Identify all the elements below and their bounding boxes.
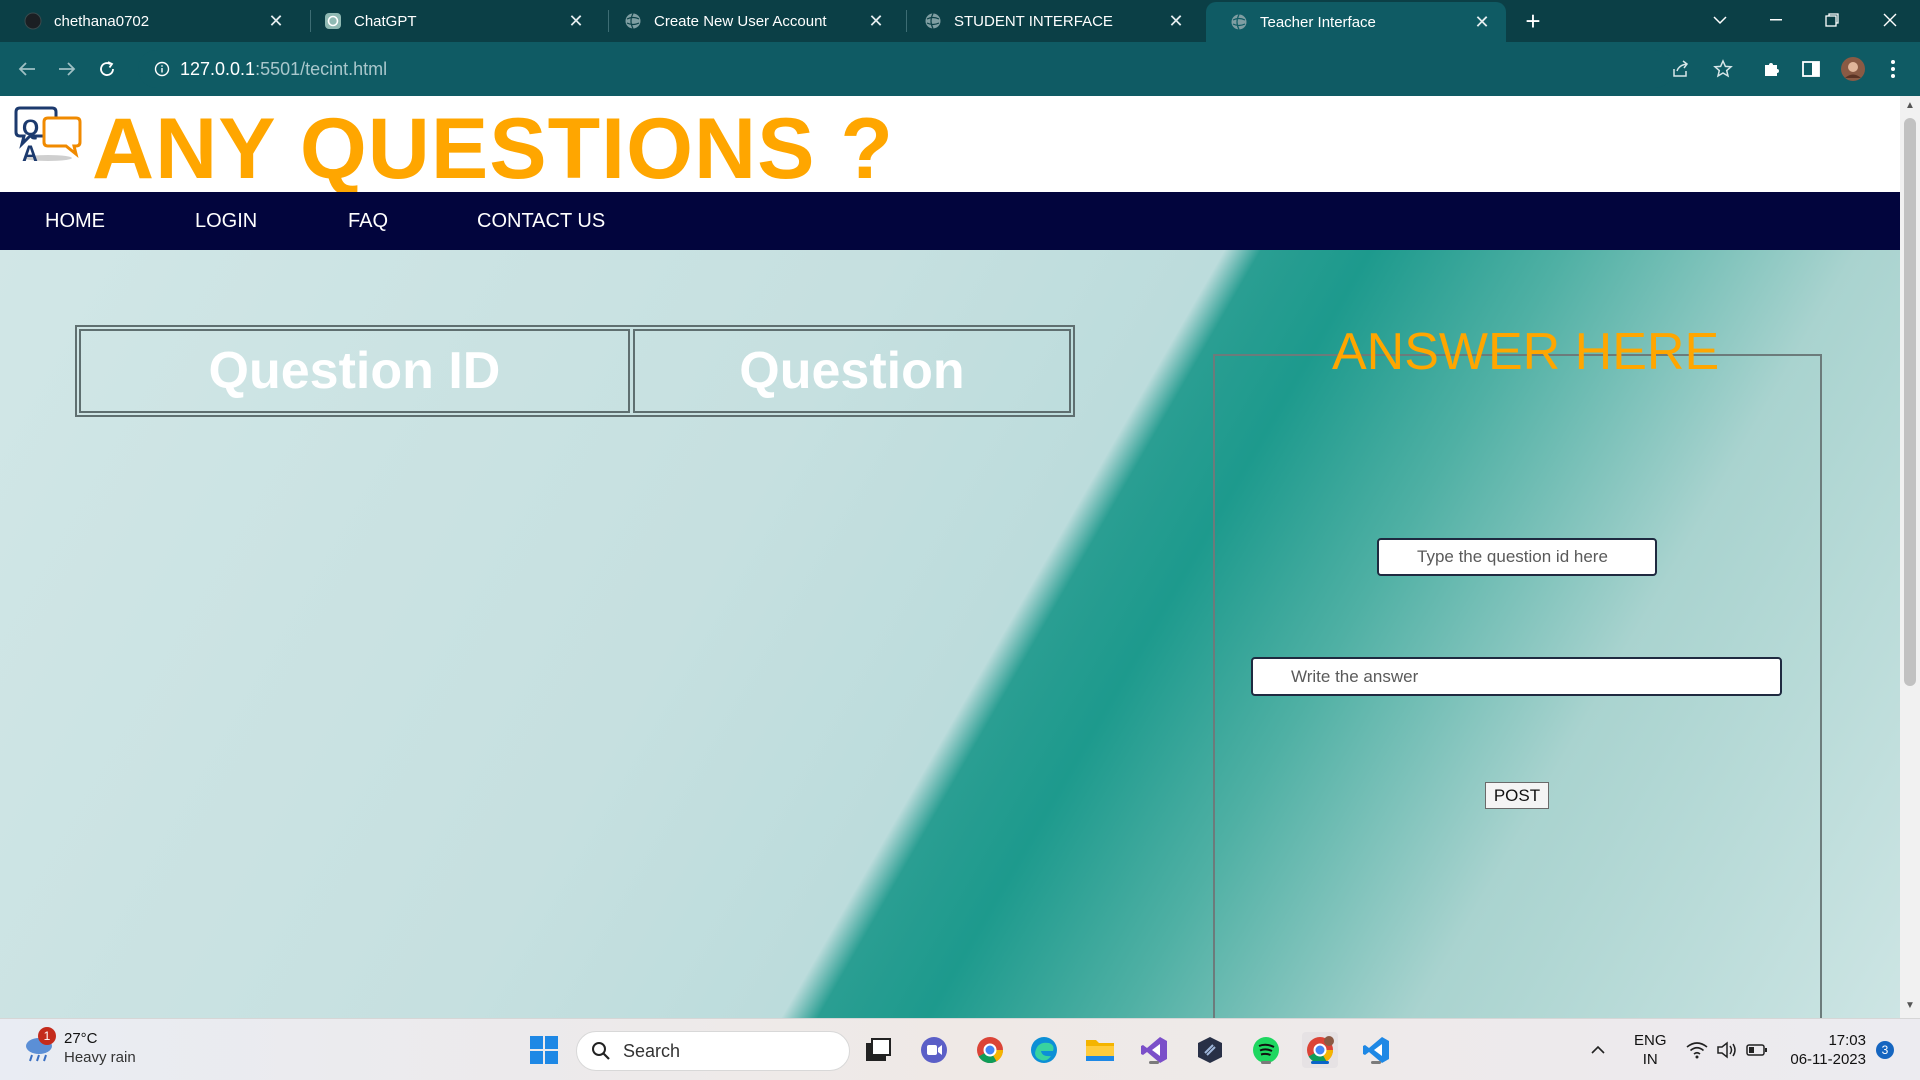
nav-login-link[interactable]: LOGIN bbox=[195, 192, 257, 250]
browser-toolbar: 127.0.0.1:5501/tecint.html bbox=[0, 42, 1920, 96]
scroll-thumb[interactable] bbox=[1904, 118, 1916, 686]
chrome-profile-icon[interactable] bbox=[1302, 1032, 1338, 1068]
bookmark-star-icon[interactable] bbox=[1706, 52, 1740, 86]
post-button[interactable]: POST bbox=[1485, 782, 1549, 809]
restore-button[interactable] bbox=[1804, 0, 1860, 40]
battery-icon[interactable] bbox=[1746, 1019, 1768, 1080]
web-page: Q A ANY QUESTIONS ? HOME LOGIN FAQ CONTA… bbox=[0, 96, 1900, 1018]
share-icon[interactable] bbox=[1664, 52, 1698, 86]
tab-title: Teacher Interface bbox=[1260, 13, 1376, 31]
tab-search-chevron-icon[interactable] bbox=[1692, 0, 1748, 40]
volume-icon[interactable] bbox=[1716, 1019, 1738, 1080]
tab-title: STUDENT INTERFACE bbox=[954, 12, 1113, 30]
address-bar[interactable]: 127.0.0.1:5501/tecint.html bbox=[138, 50, 1674, 88]
answer-input[interactable] bbox=[1251, 657, 1782, 696]
language-indicator[interactable]: ENG IN bbox=[1634, 1019, 1667, 1080]
dev-tool-icon[interactable] bbox=[1192, 1032, 1228, 1068]
column-header-question: Question bbox=[632, 329, 1071, 413]
language-top: ENG bbox=[1634, 1032, 1667, 1049]
weather-condition: Heavy rain bbox=[64, 1049, 136, 1066]
question-id-input[interactable] bbox=[1377, 538, 1657, 576]
close-icon[interactable]: ✕ bbox=[562, 7, 590, 35]
nav-contact-link[interactable]: CONTACT US bbox=[477, 192, 605, 250]
globe-icon bbox=[1230, 13, 1248, 31]
close-window-button[interactable] bbox=[1862, 0, 1918, 40]
tab-chatgpt[interactable]: ChatGPT ✕ bbox=[300, 0, 600, 42]
nav-faq-link[interactable]: FAQ bbox=[348, 192, 388, 250]
windows-taskbar: 1 27°C Heavy rain Search ENG IN 17:03 06… bbox=[0, 1018, 1920, 1080]
task-view-icon[interactable] bbox=[860, 1032, 896, 1068]
wifi-icon[interactable] bbox=[1686, 1019, 1708, 1080]
tab-student-interface[interactable]: STUDENT INTERFACE ✕ bbox=[900, 0, 1200, 42]
logo-text: Q A bbox=[22, 115, 52, 166]
url-path: :5501/tecint.html bbox=[255, 58, 388, 79]
scroll-up-arrow-icon[interactable]: ▲ bbox=[1900, 100, 1920, 114]
nav-home-link[interactable]: HOME bbox=[45, 192, 105, 250]
address-url: 127.0.0.1:5501/tecint.html bbox=[180, 59, 387, 80]
forward-button[interactable] bbox=[50, 52, 84, 86]
weather-badge: 1 bbox=[38, 1027, 56, 1045]
close-icon[interactable]: ✕ bbox=[862, 7, 890, 35]
site-title: ANY QUESTIONS ? bbox=[92, 101, 894, 197]
running-indicator bbox=[1371, 1061, 1381, 1064]
edge-icon[interactable] bbox=[1026, 1032, 1062, 1068]
close-icon[interactable]: ✕ bbox=[262, 7, 290, 35]
running-indicator bbox=[1149, 1061, 1159, 1064]
site-navbar: HOME LOGIN FAQ CONTACT US bbox=[0, 192, 1900, 250]
scroll-down-arrow-icon[interactable]: ▼ bbox=[1900, 1000, 1920, 1014]
weather-widget[interactable]: 1 27°C Heavy rain bbox=[22, 1027, 136, 1067]
close-icon[interactable]: ✕ bbox=[1162, 7, 1190, 35]
search-icon bbox=[591, 1041, 611, 1061]
running-indicator bbox=[1261, 1061, 1271, 1064]
search-label: Search bbox=[623, 1040, 681, 1061]
more-menu-icon[interactable] bbox=[1876, 52, 1910, 86]
tab-title: ChatGPT bbox=[354, 12, 417, 30]
url-host: 127.0.0.1 bbox=[180, 58, 256, 79]
chrome-icon[interactable] bbox=[972, 1032, 1008, 1068]
show-hidden-icons-chevron-icon[interactable] bbox=[1590, 1019, 1606, 1080]
windows-start-icon[interactable] bbox=[526, 1032, 562, 1068]
clock-time: 17:03 bbox=[1828, 1032, 1866, 1049]
tab-teacher-interface[interactable]: Teacher Interface ✕ bbox=[1206, 2, 1506, 42]
tab-github[interactable]: chethana0702 ✕ bbox=[0, 0, 300, 42]
questions-table: Question ID Question bbox=[75, 325, 1075, 417]
side-panel-icon[interactable] bbox=[1794, 52, 1828, 86]
visual-studio-icon[interactable] bbox=[1136, 1032, 1172, 1068]
page-scrollbar[interactable]: ▲ ▼ bbox=[1900, 96, 1920, 1018]
qa-logo-icon: Q A bbox=[12, 106, 84, 166]
globe-icon bbox=[624, 12, 642, 30]
column-header-question-id: Question ID bbox=[79, 329, 630, 413]
chatgpt-icon bbox=[324, 12, 342, 30]
language-bottom: IN bbox=[1642, 1051, 1658, 1068]
tab-title: chethana0702 bbox=[54, 12, 150, 30]
profile-avatar[interactable] bbox=[1836, 52, 1870, 86]
tab-title: Create New User Account bbox=[654, 12, 827, 30]
active-indicator bbox=[1311, 1061, 1329, 1064]
back-button[interactable] bbox=[10, 52, 44, 86]
github-icon bbox=[24, 12, 42, 30]
file-explorer-icon[interactable] bbox=[1082, 1032, 1118, 1068]
globe-icon bbox=[924, 12, 942, 30]
notification-count-badge[interactable]: 3 bbox=[1876, 1041, 1894, 1059]
teams-chat-icon[interactable] bbox=[916, 1032, 952, 1068]
weather-temperature: 27°C bbox=[64, 1030, 98, 1047]
site-info-icon[interactable] bbox=[144, 61, 180, 77]
reload-button[interactable] bbox=[90, 52, 124, 86]
browser-tab-strip: chethana0702 ✕ ChatGPT ✕ Create New User… bbox=[0, 0, 1920, 42]
tab-create-account[interactable]: Create New User Account ✕ bbox=[600, 0, 900, 42]
clock[interactable]: 17:03 06-11-2023 bbox=[1786, 1019, 1866, 1080]
extensions-puzzle-icon[interactable] bbox=[1754, 52, 1788, 86]
taskbar-search-box[interactable]: Search bbox=[576, 1031, 850, 1071]
spotify-icon[interactable] bbox=[1248, 1032, 1284, 1068]
minimize-button[interactable] bbox=[1748, 0, 1804, 40]
clock-date: 06-11-2023 bbox=[1790, 1051, 1866, 1068]
answer-form-title: ANSWER HERE bbox=[1332, 323, 1720, 381]
close-icon[interactable]: ✕ bbox=[1468, 8, 1496, 36]
vscode-icon[interactable] bbox=[1358, 1032, 1394, 1068]
new-tab-button[interactable]: + bbox=[1518, 6, 1548, 36]
site-header: Q A ANY QUESTIONS ? bbox=[0, 96, 1900, 197]
weather-rain-icon: 1 bbox=[22, 1027, 56, 1065]
